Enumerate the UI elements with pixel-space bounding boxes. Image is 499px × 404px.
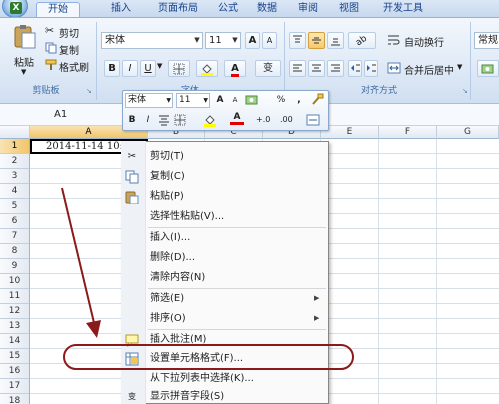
excel-window: X 开始 插入 页面布局 公式 数据 审阅 视图 开发工具 粘贴 ▼ ✂ 剪切 … xyxy=(0,0,499,404)
highlight-oval xyxy=(63,344,354,370)
